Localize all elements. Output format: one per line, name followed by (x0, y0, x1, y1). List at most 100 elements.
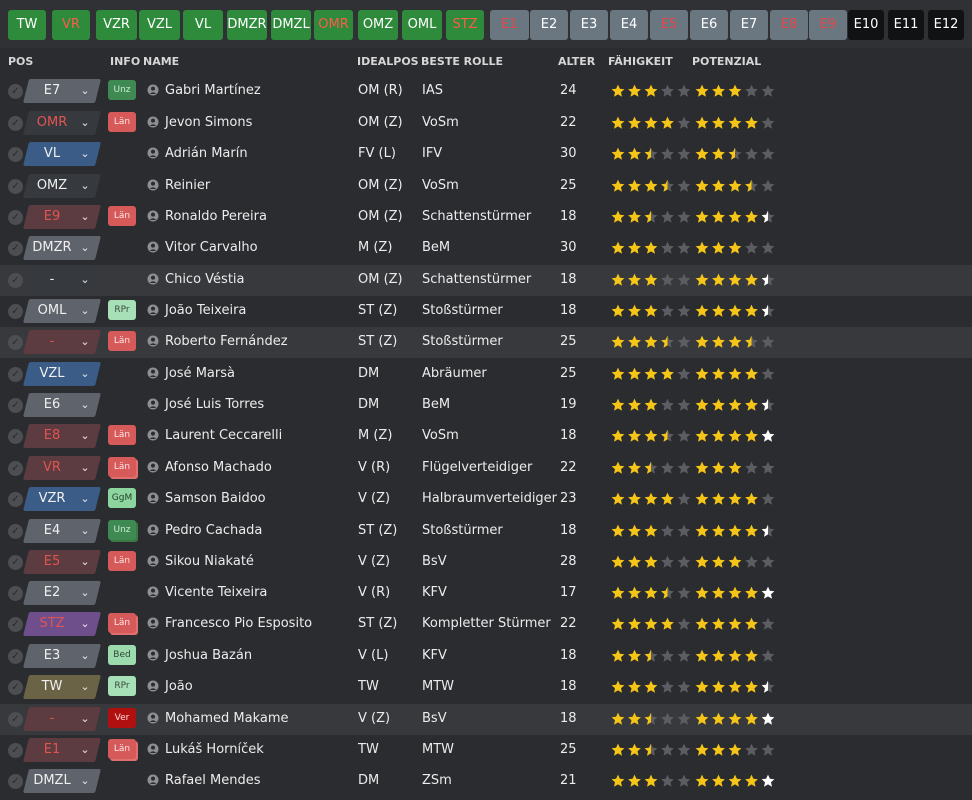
table-row[interactable]: ✓ DMZL ⌄ Rafael Mendes DM ZSm 21 (0, 766, 972, 797)
chevron-down-icon[interactable]: ⌄ (78, 362, 92, 386)
info-badge[interactable]: Län (108, 551, 136, 571)
column-header-potential[interactable]: POTENZIAL (692, 55, 761, 68)
player-name[interactable]: Ronaldo Pereira (165, 209, 267, 224)
select-checkbox[interactable]: ✓ (8, 273, 23, 288)
table-row[interactable]: ✓ - ⌄ Ver Mohamed Makame V (Z) BsV 18 (0, 704, 972, 735)
chevron-down-icon[interactable]: ⌄ (78, 111, 92, 135)
select-checkbox[interactable]: ✓ (8, 712, 23, 727)
tab-stz[interactable]: STZ (446, 10, 484, 40)
select-checkbox[interactable]: ✓ (8, 774, 23, 789)
table-row[interactable]: ✓ E5 ⌄ Län Sikou Niakaté V (Z) BsV 28 (0, 547, 972, 578)
table-row[interactable]: ✓ TW ⌄ RPr João TW MTW 18 (0, 672, 972, 703)
select-checkbox[interactable]: ✓ (8, 241, 23, 256)
chevron-down-icon[interactable]: ⌄ (78, 205, 92, 229)
tab-tw[interactable]: TW (8, 10, 46, 40)
info-badge[interactable]: Län (108, 613, 136, 633)
column-header-age[interactable]: ALTER (558, 55, 595, 68)
table-row[interactable]: ✓ E6 ⌄ José Luis Torres DM BeM 19 (0, 390, 972, 421)
player-name[interactable]: Reinier (165, 178, 210, 193)
table-row[interactable]: ✓ STZ ⌄ Län Francesco Pio Esposito ST (Z) Komp… (0, 609, 972, 640)
select-checkbox[interactable]: ✓ (8, 84, 23, 99)
tab-e1[interactable]: E1 (490, 10, 529, 40)
player-name[interactable]: Mohamed Makame (165, 711, 289, 726)
player-name[interactable]: Vitor Carvalho (165, 240, 258, 255)
chevron-down-icon[interactable]: ⌄ (78, 330, 92, 354)
select-checkbox[interactable]: ✓ (8, 492, 23, 507)
info-badge[interactable]: Län (108, 331, 136, 351)
player-name[interactable]: Samson Baidoo (165, 491, 266, 506)
player-name[interactable]: Adrián Marín (165, 146, 248, 161)
info-badge[interactable]: Län (108, 206, 136, 226)
tab-vzl[interactable]: VZL (139, 10, 180, 40)
column-header-ability[interactable]: FÄHIGKEIT (608, 55, 673, 68)
table-row[interactable]: ✓ E4 ⌄ Unz Pedro Cachada ST (Z) Stoßstürmer 18 (0, 516, 972, 547)
select-checkbox[interactable]: ✓ (8, 586, 23, 601)
info-badge[interactable]: Bed (108, 645, 136, 665)
column-header-idealpos[interactable]: IDEALPOS (357, 55, 419, 68)
chevron-down-icon[interactable]: ⌄ (78, 142, 92, 166)
chevron-down-icon[interactable]: ⌄ (78, 675, 92, 699)
player-name[interactable]: Francesco Pio Esposito (165, 616, 312, 631)
player-name[interactable]: Joshua Bazán (165, 648, 252, 663)
tab-vl[interactable]: VL (183, 10, 223, 40)
tab-e11[interactable]: E11 (888, 10, 924, 40)
chevron-down-icon[interactable]: ⌄ (78, 550, 92, 574)
chevron-down-icon[interactable]: ⌄ (78, 581, 92, 605)
chevron-down-icon[interactable]: ⌄ (78, 487, 92, 511)
player-name[interactable]: José Marsà (165, 366, 235, 381)
table-row[interactable]: ✓ OMZ ⌄ Reinier OM (Z) VoSm 25 (0, 171, 972, 202)
table-row[interactable]: ✓ - ⌄ Chico Véstia OM (Z) Schattenstürmer 18 (0, 265, 972, 296)
info-badge[interactable]: RPr (108, 300, 136, 320)
chevron-down-icon[interactable]: ⌄ (78, 612, 92, 636)
table-row[interactable]: ✓ E7 ⌄ Unz Gabri Martínez OM (R) IAS 24 (0, 76, 972, 107)
column-header-pos[interactable]: POS (8, 55, 33, 68)
select-checkbox[interactable]: ✓ (8, 743, 23, 758)
player-name[interactable]: Chico Véstia (165, 272, 245, 287)
chevron-down-icon[interactable]: ⌄ (78, 174, 92, 198)
select-checkbox[interactable]: ✓ (8, 555, 23, 570)
select-checkbox[interactable]: ✓ (8, 429, 23, 444)
player-name[interactable]: Pedro Cachada (165, 523, 262, 538)
table-row[interactable]: ✓ E3 ⌄ Bed Joshua Bazán V (L) KFV 18 (0, 641, 972, 672)
select-checkbox[interactable]: ✓ (8, 116, 23, 131)
info-badge[interactable]: Ver (108, 708, 136, 728)
select-checkbox[interactable]: ✓ (8, 210, 23, 225)
player-name[interactable]: Vicente Teixeira (165, 585, 267, 600)
chevron-down-icon[interactable]: ⌄ (78, 519, 92, 543)
tab-e8[interactable]: E8 (770, 10, 808, 40)
table-row[interactable]: ✓ OML ⌄ RPr João Teixeira ST (Z) Stoßstürmer 18 (0, 296, 972, 327)
chevron-down-icon[interactable]: ⌄ (78, 268, 92, 292)
tab-e9[interactable]: E9 (809, 10, 847, 40)
tab-e7[interactable]: E7 (730, 10, 768, 40)
chevron-down-icon[interactable]: ⌄ (78, 424, 92, 448)
table-row[interactable]: ✓ OMR ⌄ Län Jevon Simons OM (Z) VoSm 22 (0, 108, 972, 139)
chevron-down-icon[interactable]: ⌄ (78, 79, 92, 103)
tab-e12[interactable]: E12 (928, 10, 964, 40)
info-badge[interactable]: Län (108, 425, 136, 445)
player-name[interactable]: Gabri Martínez (165, 83, 261, 98)
select-checkbox[interactable]: ✓ (8, 147, 23, 162)
table-row[interactable]: ✓ E2 ⌄ Vicente Teixeira V (R) KFV 17 (0, 578, 972, 609)
player-name[interactable]: Lukáš Horníček (165, 742, 264, 757)
select-checkbox[interactable]: ✓ (8, 680, 23, 695)
select-checkbox[interactable]: ✓ (8, 617, 23, 632)
table-row[interactable]: ✓ - ⌄ Län Roberto Fernández ST (Z) Stoßstürmer… (0, 327, 972, 358)
tab-e6[interactable]: E6 (690, 10, 728, 40)
chevron-down-icon[interactable]: ⌄ (78, 456, 92, 480)
tab-dmzr[interactable]: DMZR (227, 10, 267, 40)
tab-vr[interactable]: VR (52, 10, 90, 40)
chevron-down-icon[interactable]: ⌄ (78, 769, 92, 793)
tab-vzr[interactable]: VZR (96, 10, 137, 40)
player-name[interactable]: José Luis Torres (165, 397, 264, 412)
table-row[interactable]: ✓ VR ⌄ Län Afonso Machado V (R) Flügelverteidi… (0, 453, 972, 484)
column-header-name[interactable]: NAME (143, 55, 179, 68)
select-checkbox[interactable]: ✓ (8, 179, 23, 194)
chevron-down-icon[interactable]: ⌄ (78, 707, 92, 731)
chevron-down-icon[interactable]: ⌄ (78, 644, 92, 668)
info-badge[interactable]: Unz (108, 80, 136, 100)
tab-dmzl[interactable]: DMZL (271, 10, 311, 40)
select-checkbox[interactable]: ✓ (8, 524, 23, 539)
select-checkbox[interactable]: ✓ (8, 367, 23, 382)
tab-e10[interactable]: E10 (848, 10, 884, 40)
table-row[interactable]: ✓ VZL ⌄ José Marsà DM Abräumer 25 (0, 359, 972, 390)
